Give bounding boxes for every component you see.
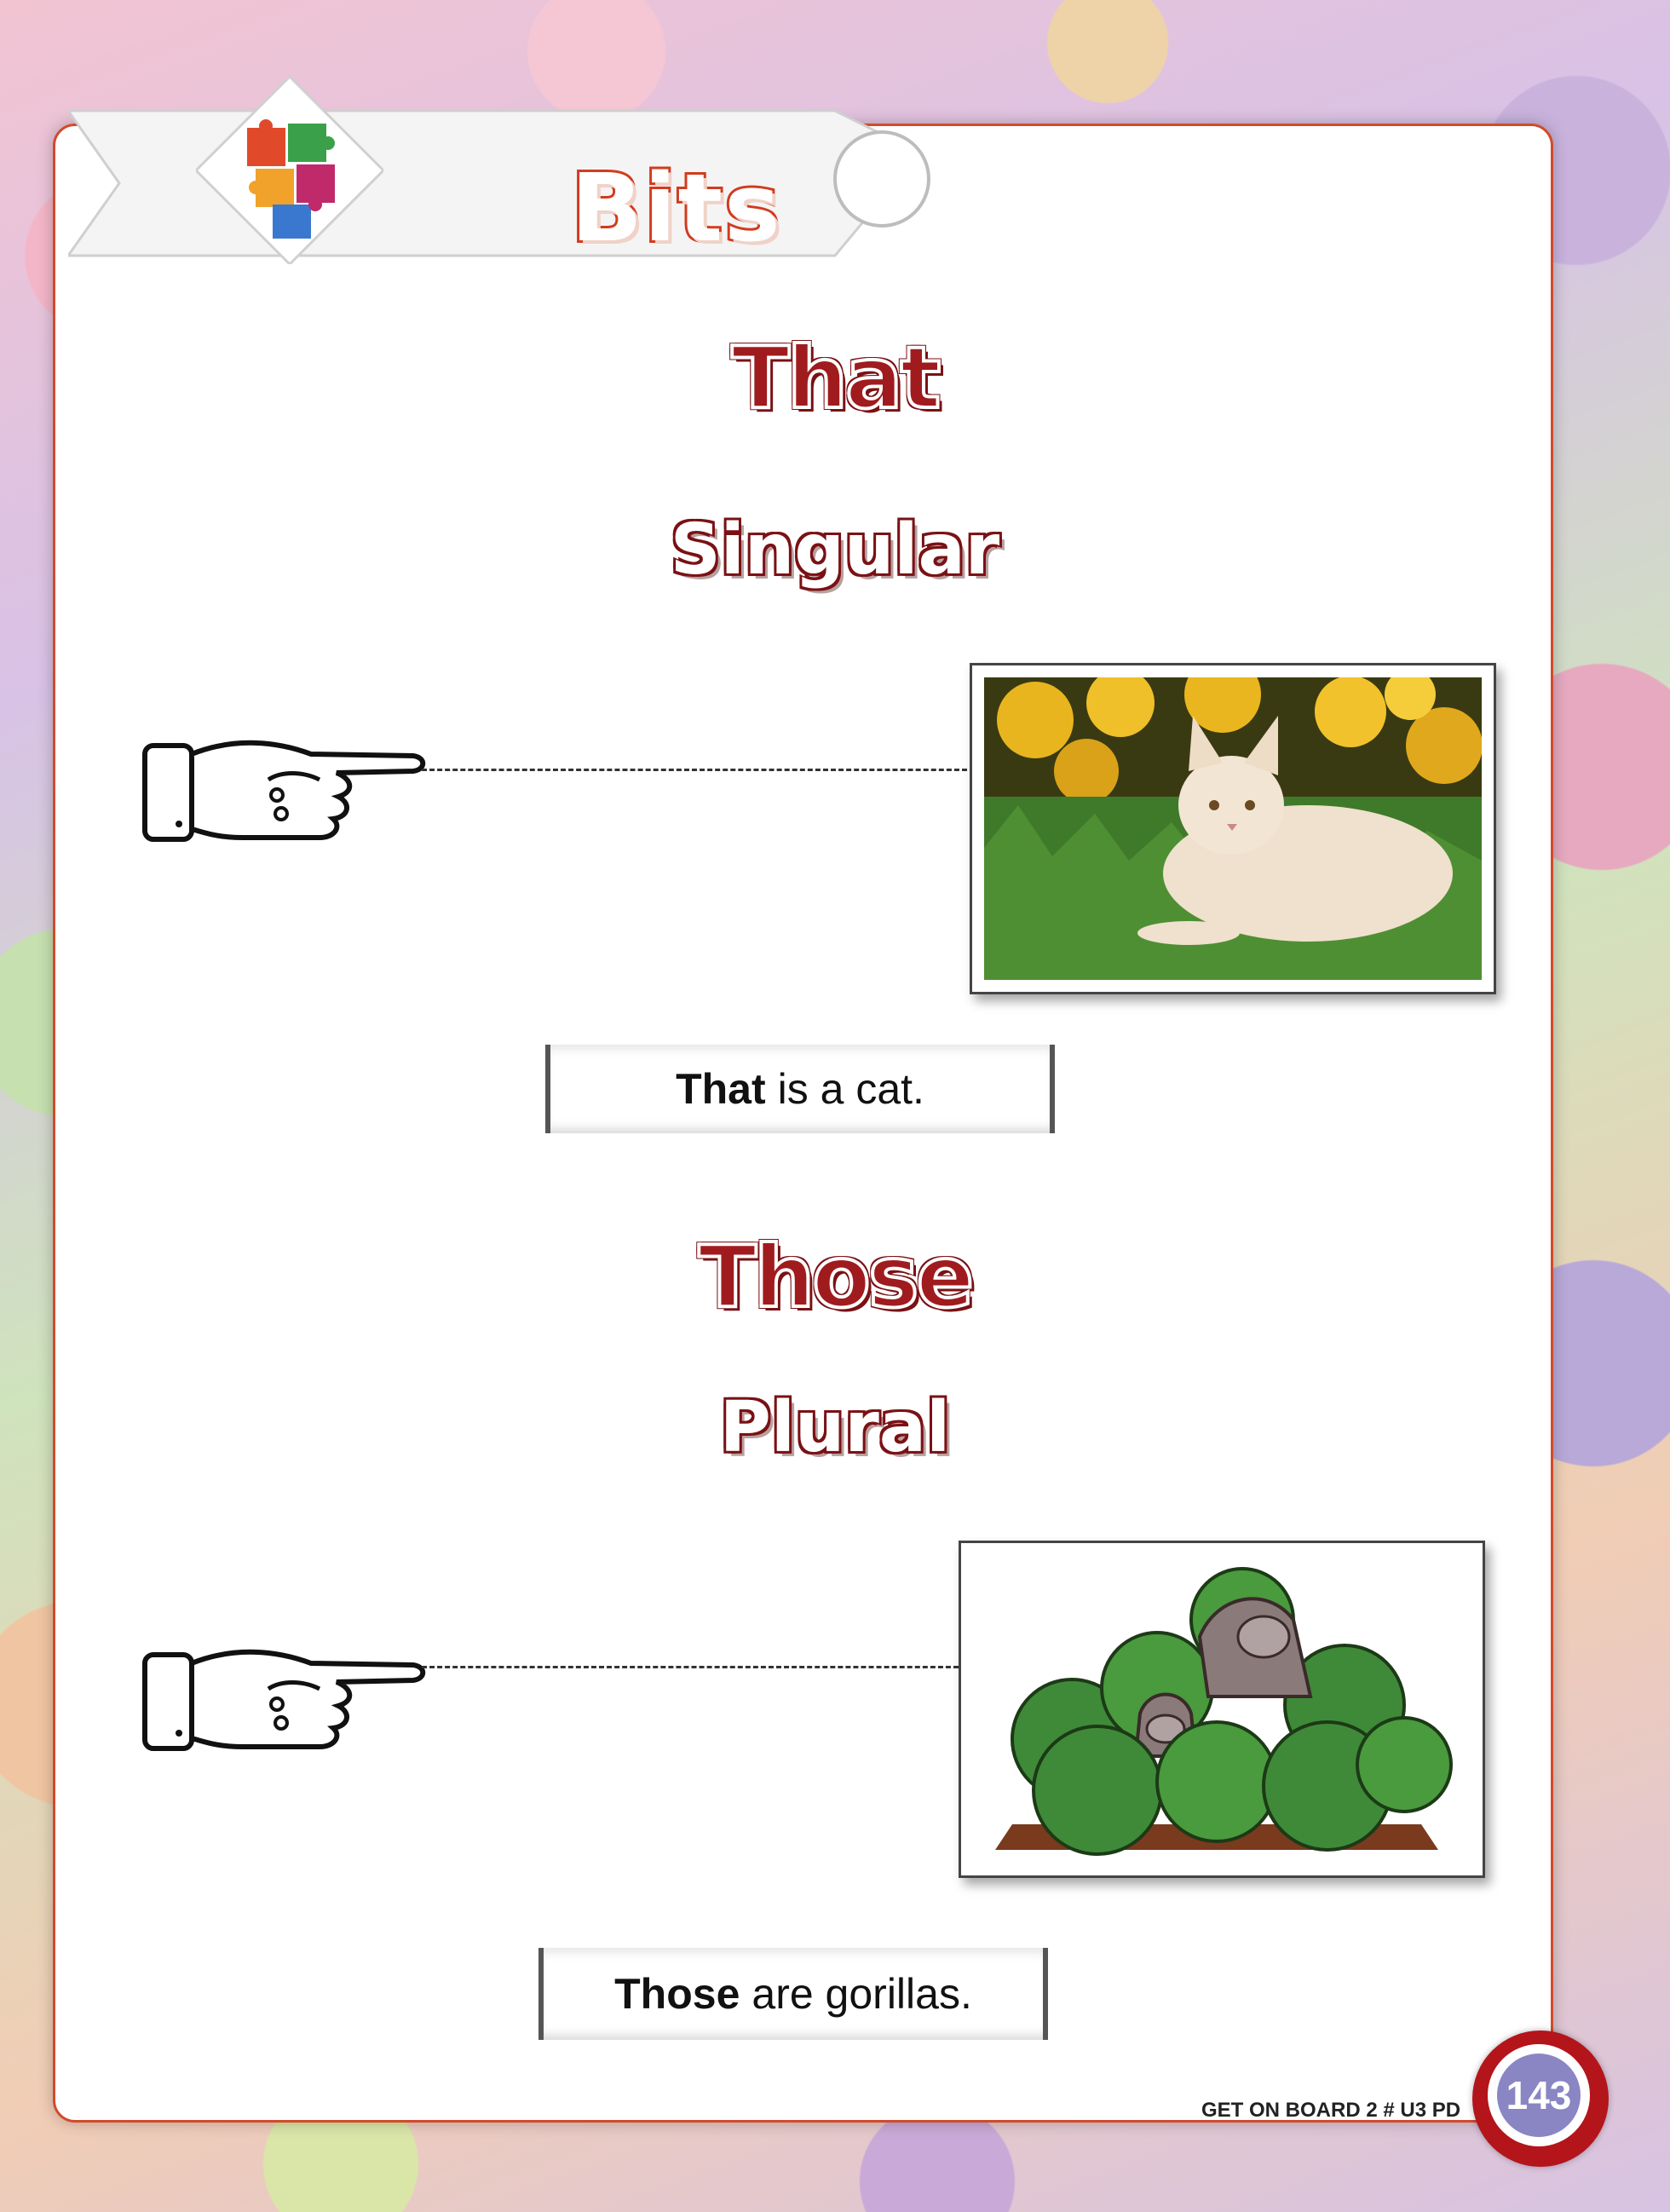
sentence-that: That is a cat. [545, 1045, 1055, 1133]
pointing-hand-icon [141, 1638, 430, 1760]
subheading-singular: Singular [670, 510, 1000, 590]
sentence-text: is a cat. [777, 1065, 924, 1113]
section-banner: Bits [68, 51, 971, 273]
sentence-keyword: Those [614, 1970, 740, 2018]
subheading-plural: Plural [719, 1387, 951, 1468]
book-footer: GET ON BOARD 2 # U3 PD [1201, 2099, 1461, 2122]
pointing-hand-icon [141, 729, 430, 851]
pointer-line [422, 1666, 959, 1668]
pointer-line [422, 769, 967, 771]
cat-photo [970, 663, 1496, 994]
sentence-text: are gorillas. [752, 1970, 972, 2018]
puzzle-icon [196, 77, 383, 264]
page-number: 143 [1497, 2054, 1581, 2137]
sentence-keyword: That [676, 1065, 766, 1113]
banner-title: Bits [568, 151, 783, 265]
heading-those: Those [697, 1225, 976, 1328]
page-number-badge: 143 [1472, 2031, 1609, 2167]
heading-that: That [730, 326, 943, 429]
gorillas-illustration [959, 1541, 1485, 1878]
sentence-those: Those are gorillas. [538, 1948, 1048, 2040]
